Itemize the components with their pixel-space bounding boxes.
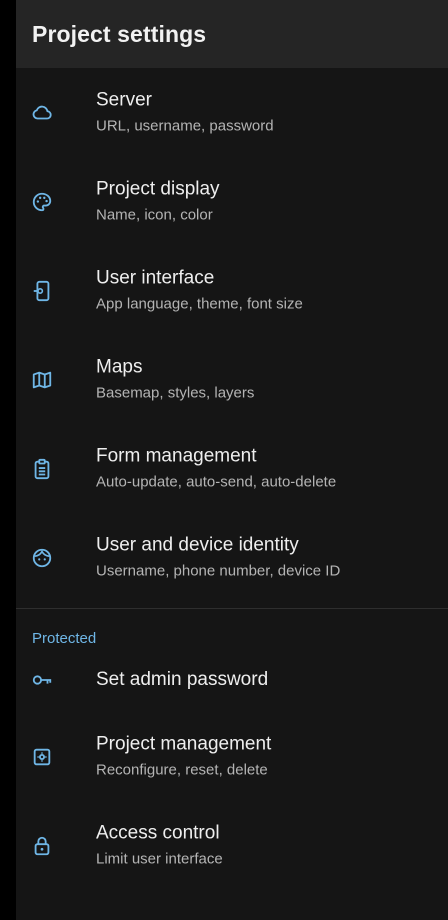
key-icon — [30, 668, 54, 692]
admin-settings-icon — [30, 745, 54, 769]
setting-form-management[interactable]: Form management Auto-update, auto-send, … — [16, 424, 448, 513]
palette-icon — [30, 190, 54, 214]
setting-summary: App language, theme, font size — [96, 295, 303, 312]
setting-summary: Reconfigure, reset, delete — [96, 761, 268, 778]
setting-identity[interactable]: User and device identity Username, phone… — [16, 513, 448, 602]
app-bar: Project settings — [16, 0, 448, 68]
setting-title: Project management — [96, 733, 272, 754]
setting-summary: Username, phone number, device ID — [96, 562, 341, 579]
lock-icon — [30, 834, 54, 858]
map-icon — [30, 368, 54, 392]
setting-title: User and device identity — [96, 534, 299, 555]
setting-summary: Auto-update, auto-send, auto-delete — [96, 473, 337, 490]
setting-server[interactable]: Server URL, username, password — [16, 68, 448, 157]
setting-title: Form management — [96, 445, 257, 466]
setting-maps[interactable]: Maps Basemap, styles, layers — [16, 335, 448, 424]
setting-summary: Name, icon, color — [96, 206, 213, 223]
setting-summary: Basemap, styles, layers — [96, 384, 255, 401]
setting-access-control[interactable]: Access control Limit user interface — [16, 801, 448, 890]
setting-title: Maps — [96, 356, 143, 377]
setting-admin-password[interactable]: Set admin password — [16, 647, 448, 712]
setting-title: User interface — [96, 267, 215, 288]
setting-summary: URL, username, password — [96, 117, 274, 134]
phone-settings-icon — [30, 279, 54, 303]
settings-list: Server URL, username, password Project d… — [16, 68, 448, 890]
setting-title: Server — [96, 89, 152, 110]
setting-project-management[interactable]: Project management Reconfigure, reset, d… — [16, 712, 448, 801]
clipboard-icon — [30, 457, 54, 481]
settings-screen: Project settings Server URL, username, p… — [16, 0, 448, 920]
setting-title: Project display — [96, 178, 220, 199]
setting-project-display[interactable]: Project display Name, icon, color — [16, 157, 448, 246]
face-icon — [30, 546, 54, 570]
page-title: Project settings — [32, 20, 207, 47]
category-header-protected: Protected — [32, 630, 97, 647]
cloud-icon — [30, 101, 54, 125]
setting-summary: Limit user interface — [96, 850, 223, 867]
setting-title: Access control — [96, 822, 220, 843]
setting-user-interface[interactable]: User interface App language, theme, font… — [16, 246, 448, 335]
setting-title: Set admin password — [96, 668, 269, 690]
